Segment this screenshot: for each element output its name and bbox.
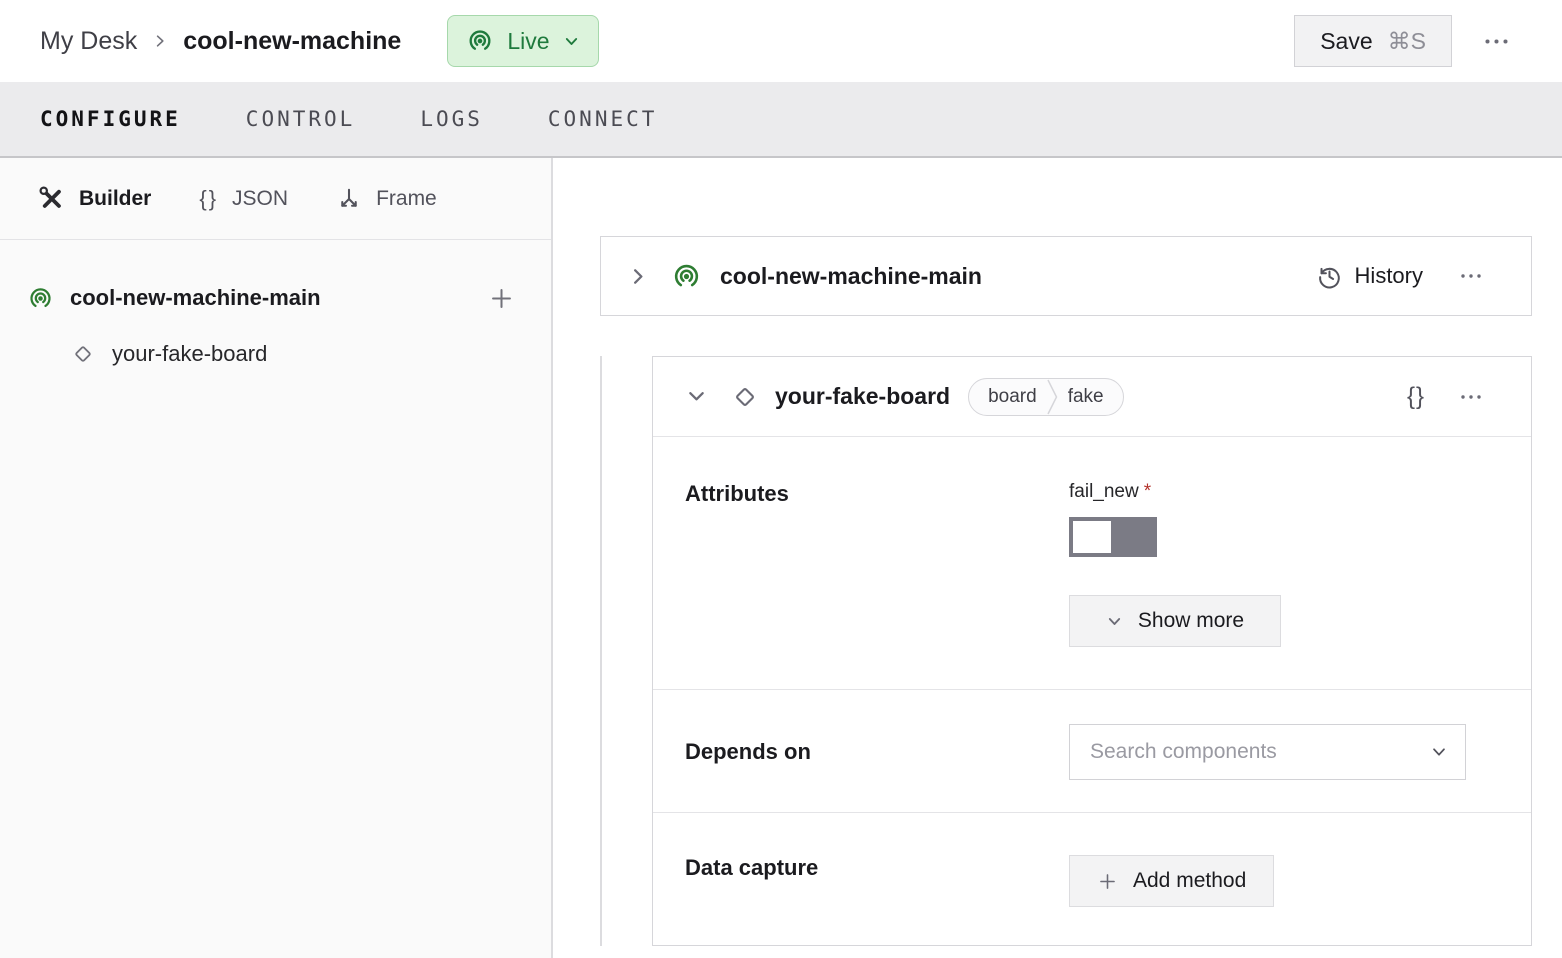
live-part-icon — [27, 285, 54, 312]
component-model: fake — [1058, 386, 1123, 408]
attributes-fields: fail_new* Show more — [1069, 481, 1493, 647]
breadcrumb: My Desk cool-new-machine — [40, 27, 401, 56]
attributes-section-label: Attributes — [685, 481, 1069, 647]
tab-logs[interactable]: LOGS — [420, 107, 483, 131]
machine-part-card: cool-new-machine-main History — [600, 236, 1532, 316]
attribute-name: fail_new — [1069, 481, 1139, 502]
view-component-json-button[interactable]: {} — [1407, 383, 1425, 411]
content-area: Builder {} JSON Frame — [0, 158, 1562, 958]
machine-part-menu-button[interactable] — [1449, 254, 1493, 298]
machine-status-dropdown[interactable]: Live — [447, 15, 598, 67]
top-bar: My Desk cool-new-machine Live Save ⌘S — [0, 0, 1562, 82]
expand-machine-card-button[interactable] — [629, 267, 648, 286]
depends-on-select — [1069, 724, 1466, 780]
ellipsis-icon — [1459, 385, 1483, 409]
depends-on-section-label: Depends on — [685, 739, 1069, 765]
chevron-down-icon — [563, 33, 580, 50]
collapse-component-card-button[interactable] — [687, 387, 706, 406]
component-type: board — [969, 386, 1047, 408]
badge-divider-icon — [1047, 379, 1058, 415]
component-card-header: your-fake-board board fake {} — [653, 357, 1531, 437]
tree-item-label: cool-new-machine-main — [70, 285, 488, 311]
view-builder[interactable]: Builder — [38, 185, 151, 212]
history-button[interactable]: History — [1316, 263, 1423, 290]
attributes-section: Attributes fail_new* Show more — [653, 437, 1531, 689]
search-components-input[interactable] — [1069, 724, 1466, 780]
tree-item-machine-part[interactable]: cool-new-machine-main — [0, 274, 551, 322]
tools-icon — [38, 185, 65, 212]
view-json[interactable]: {} JSON — [199, 186, 288, 212]
tree-item-label: your-fake-board — [112, 341, 267, 367]
machine-status-label: Live — [507, 28, 549, 55]
chevron-down-icon — [687, 387, 706, 406]
configure-main-panel: cool-new-machine-main History — [553, 158, 1562, 958]
component-diamond-icon — [71, 342, 95, 366]
breadcrumb-parent[interactable]: My Desk — [40, 27, 137, 56]
tab-control[interactable]: CONTROL — [246, 107, 356, 131]
required-asterisk: * — [1144, 481, 1151, 502]
live-broadcast-icon — [466, 27, 494, 55]
plus-icon — [1097, 871, 1118, 892]
show-more-label: Show more — [1138, 609, 1244, 633]
breadcrumb-current: cool-new-machine — [183, 27, 401, 56]
chevron-right-icon — [629, 267, 648, 286]
view-builder-label: Builder — [79, 187, 151, 211]
attribute-field-label: fail_new* — [1069, 481, 1493, 503]
toggle-knob — [1073, 521, 1111, 553]
view-json-label: JSON — [232, 187, 288, 211]
save-button[interactable]: Save ⌘S — [1294, 15, 1452, 67]
ellipsis-icon — [1459, 264, 1483, 288]
configure-sidebar: Builder {} JSON Frame — [0, 158, 553, 958]
data-capture-section-label: Data capture — [685, 855, 1069, 907]
data-capture-section: Data capture Add method — [653, 812, 1531, 945]
tree-item-component[interactable]: your-fake-board — [0, 330, 551, 378]
frame-axes-icon — [336, 186, 362, 212]
machine-tab-bar: CONFIGURE CONTROL LOGS CONNECT — [0, 82, 1562, 158]
component-card: your-fake-board board fake {} — [652, 356, 1532, 946]
chevron-down-icon — [1106, 613, 1123, 630]
braces-icon: {} — [199, 186, 218, 212]
tab-connect[interactable]: CONNECT — [548, 107, 658, 131]
machine-part-tree: cool-new-machine-main your-fake-board — [0, 240, 551, 378]
history-button-label: History — [1355, 263, 1423, 289]
fail-new-toggle[interactable] — [1069, 517, 1157, 557]
component-title: your-fake-board — [775, 383, 950, 410]
depends-on-section: Depends on — [653, 689, 1531, 812]
machine-menu-button[interactable] — [1474, 19, 1518, 63]
show-more-button[interactable]: Show more — [1069, 595, 1281, 647]
view-switcher: Builder {} JSON Frame — [0, 158, 551, 240]
tree-connector-line — [600, 356, 602, 946]
part-children-wrap: your-fake-board board fake {} — [600, 356, 1532, 946]
ellipsis-icon — [1483, 28, 1510, 55]
machine-part-title: cool-new-machine-main — [720, 263, 1316, 290]
tab-configure[interactable]: CONFIGURE — [40, 107, 181, 131]
view-frame-label: Frame — [376, 187, 437, 211]
breadcrumb-separator-icon — [152, 33, 168, 49]
view-frame[interactable]: Frame — [336, 186, 437, 212]
component-diamond-icon — [731, 383, 759, 411]
component-type-badge: board fake — [968, 378, 1124, 416]
save-button-label: Save — [1320, 28, 1372, 55]
add-method-label: Add method — [1133, 869, 1246, 893]
live-part-icon — [671, 261, 702, 292]
add-method-button[interactable]: Add method — [1069, 855, 1274, 907]
history-clock-icon — [1316, 263, 1343, 290]
add-component-button[interactable] — [488, 285, 515, 312]
component-menu-button[interactable] — [1449, 375, 1493, 419]
save-shortcut-hint: ⌘S — [1388, 28, 1426, 55]
